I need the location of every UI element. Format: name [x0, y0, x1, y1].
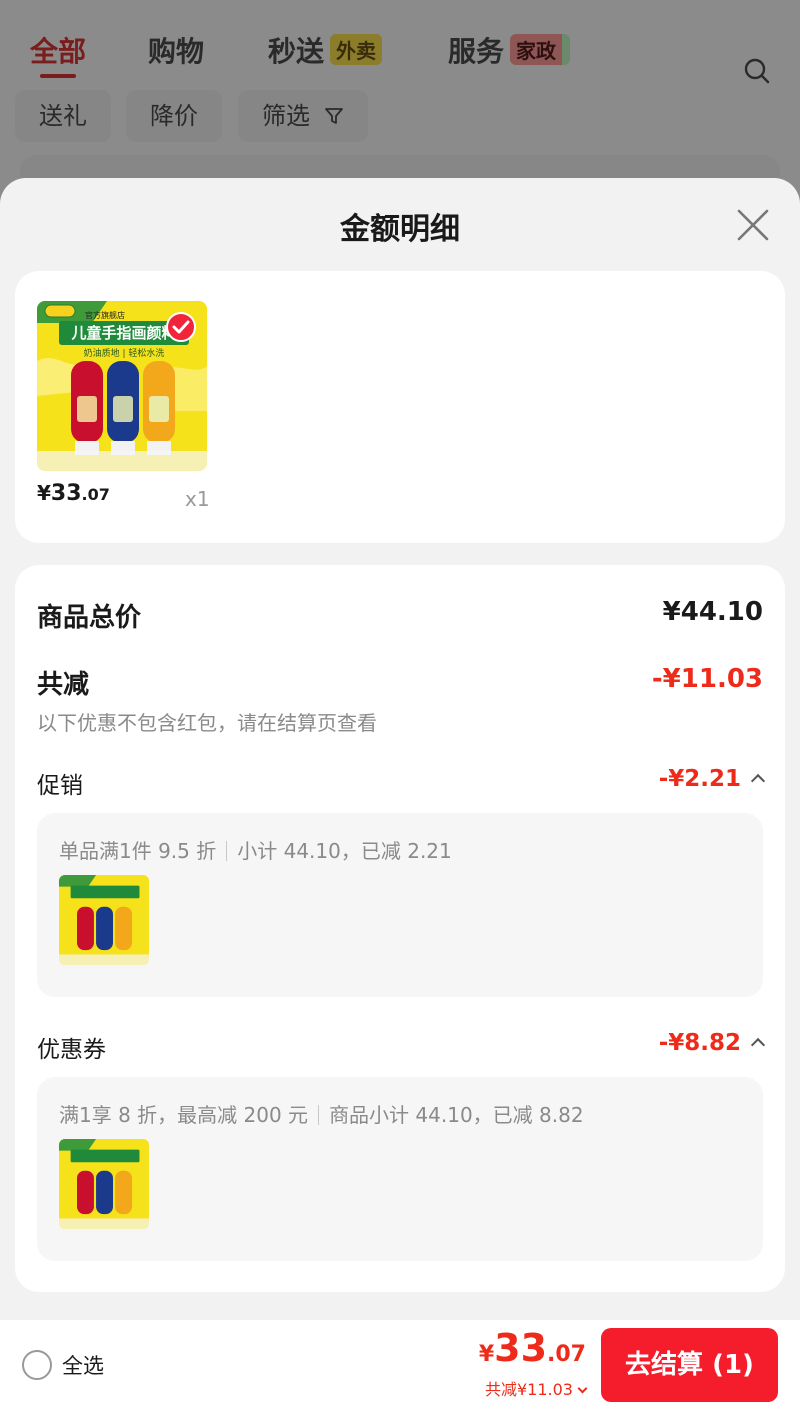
- finger-paint-product-image: [59, 1139, 149, 1229]
- coupon-detail-text: 满1享 8 折，最高减 200 元商品小计 44.10，已减 8.82: [59, 1099, 584, 1128]
- tab-label: 服务: [448, 35, 505, 68]
- select-all-radio[interactable]: [22, 1350, 52, 1380]
- product-card: 官方旗舰店 儿童手指画颜料 奶油质地 | 轻松水洗 ¥33.07 x1: [15, 271, 785, 543]
- tab-all[interactable]: 全部: [30, 30, 87, 78]
- takeout-badge: 外卖: [330, 34, 383, 65]
- discount-note: 以下优惠不包含红包，请在结算页查看: [37, 711, 377, 735]
- filter-icon: [324, 108, 343, 124]
- coupon-rule: 满1享 8 折，最高减 200 元: [59, 1103, 309, 1127]
- total-price-value: ¥44.10: [662, 597, 763, 627]
- footer-price-integer: 33: [494, 1326, 548, 1370]
- background-page: 全部 购物 秒送 外卖 服务 家政 送礼 降价 筛选: [0, 0, 800, 215]
- chip-filter[interactable]: 筛选: [238, 90, 368, 142]
- selected-check-icon[interactable]: [165, 311, 197, 343]
- product-thumbnail[interactable]: 官方旗舰店 儿童手指画颜料 奶油质地 | 轻松水洗: [37, 301, 207, 471]
- divider: [318, 1105, 320, 1125]
- chevron-down-icon: [577, 1383, 588, 1394]
- footer-reduction-text: 共减¥11.03: [485, 1380, 573, 1399]
- product-price: ¥33.07: [37, 481, 110, 506]
- product-title-text: 儿童手指画颜料: [70, 324, 176, 342]
- promotion-subtotal: 小计 44.10，已减 2.21: [237, 839, 452, 863]
- select-all-toggle[interactable]: 全选: [22, 1350, 104, 1380]
- promotion-label: 促销: [37, 773, 83, 799]
- coupon-value-wrap: -¥8.82: [658, 1030, 766, 1056]
- divider: [226, 841, 228, 861]
- chip-label: 降价: [150, 102, 198, 130]
- footer-reduction-toggle[interactable]: 共减¥11.03: [479, 1380, 588, 1400]
- select-all-label: 全选: [62, 1354, 104, 1378]
- footer-total: ¥33.07 共减¥11.03: [479, 1328, 588, 1400]
- coupon-product-thumbnail[interactable]: [59, 1139, 149, 1229]
- chevron-up-icon[interactable]: [750, 773, 766, 789]
- total-reduction-value: -¥11.03: [651, 664, 763, 694]
- tab-label: 全部: [30, 35, 87, 68]
- total-reduction-label: 共减: [37, 670, 90, 700]
- checkout-button[interactable]: 去结算 (1): [601, 1328, 778, 1402]
- chip-price-drop[interactable]: 降价: [126, 90, 222, 142]
- tab-services[interactable]: 服务 家政: [448, 30, 571, 70]
- total-price-label: 商品总价: [37, 603, 142, 633]
- tab-shopping[interactable]: 购物: [148, 30, 204, 70]
- tab-label: 秒送: [268, 35, 325, 68]
- price-decimal: .07: [81, 485, 110, 504]
- coupon-subtotal: 商品小计 44.10，已减 8.82: [329, 1103, 584, 1127]
- footer-total-price: ¥33.07: [479, 1328, 586, 1376]
- chevron-up-icon[interactable]: [750, 1037, 766, 1053]
- active-tab-indicator: [40, 74, 77, 78]
- product-quantity: x1: [185, 487, 210, 511]
- price-integer: 33: [50, 481, 82, 506]
- promotion-detail-text: 单品满1件 9.5 折小计 44.10，已减 2.21: [59, 835, 452, 864]
- tab-express[interactable]: 秒送 外卖: [268, 30, 383, 70]
- chip-gift[interactable]: 送礼: [15, 90, 111, 142]
- checkout-bar: 全选 ¥33.07 共减¥11.03 去结算 (1): [0, 1320, 800, 1412]
- product-sub-text: 奶油质地 | 轻松水洗: [84, 347, 165, 359]
- promotion-detail-box: 单品满1件 9.5 折小计 44.10，已减 2.21: [37, 813, 763, 997]
- promotion-value-wrap: -¥2.21: [658, 766, 766, 792]
- footer-currency: ¥: [478, 1342, 495, 1367]
- chip-label: 筛选: [262, 102, 310, 130]
- coupon-value: -¥8.82: [658, 1030, 741, 1056]
- tab-label: 购物: [148, 35, 205, 68]
- category-tabs: 全部 购物 秒送 外卖 服务 家政: [0, 22, 800, 84]
- housekeeping-badge: 家政: [510, 34, 571, 65]
- amount-breakdown-card: 商品总价 ¥44.10 共减 -¥11.03 以下优惠不包含红包，请在结算页查看…: [15, 565, 785, 1292]
- promotion-value: -¥2.21: [658, 766, 741, 792]
- amount-detail-sheet: 金额明细 官方旗舰店 儿童手指画颜料 奶油质地 | 轻松水洗 ¥33.07 x1…: [0, 178, 800, 1320]
- coupon-label: 优惠券: [37, 1037, 106, 1063]
- price-currency: ¥: [37, 481, 51, 505]
- chip-label: 送礼: [39, 102, 87, 130]
- promotion-rule: 单品满1件 9.5 折: [59, 839, 217, 863]
- close-icon[interactable]: [736, 208, 770, 242]
- store-text: 官方旗舰店: [85, 310, 125, 320]
- search-icon[interactable]: [744, 58, 770, 84]
- coupon-detail-box: 满1享 8 折，最高减 200 元商品小计 44.10，已减 8.82: [37, 1077, 763, 1261]
- promotion-product-thumbnail[interactable]: [59, 875, 149, 965]
- finger-paint-product-image: [59, 875, 149, 965]
- footer-price-decimal: .07: [547, 1342, 586, 1367]
- sheet-title: 金额明细: [340, 212, 460, 247]
